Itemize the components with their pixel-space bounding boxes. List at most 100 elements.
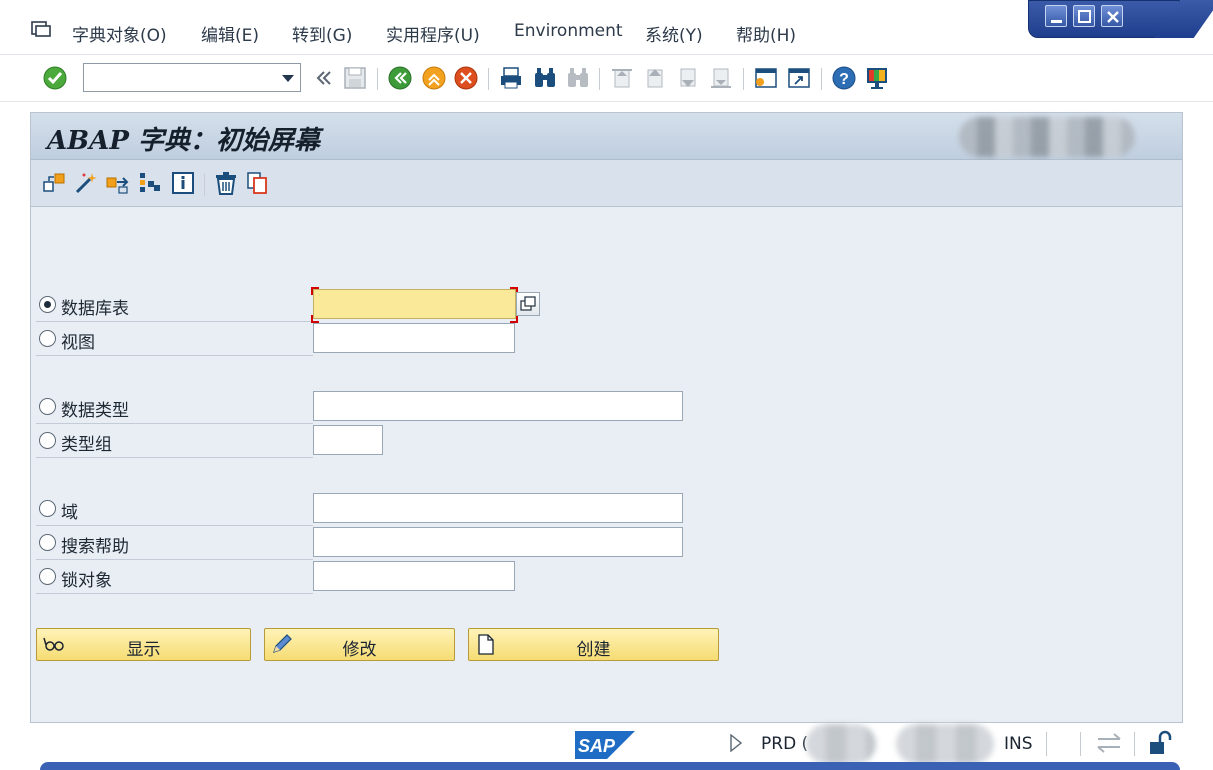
- svg-text:SAP: SAP: [578, 736, 616, 756]
- domain-input[interactable]: [313, 493, 683, 523]
- radio-lock-object[interactable]: [39, 568, 56, 585]
- bottom-frame: [40, 762, 1180, 770]
- system-toolbar: ?: [0, 56, 1213, 102]
- option-row-type-group: 类型组: [36, 424, 313, 458]
- label-view: 视图: [61, 333, 95, 353]
- copy-icon[interactable]: [245, 170, 271, 196]
- toolbar-separator: [204, 174, 205, 196]
- toolbar-separator: [821, 68, 822, 90]
- maximize-icon[interactable]: [1073, 5, 1095, 27]
- value-help-icon: [520, 296, 536, 311]
- svg-text:?: ?: [839, 71, 849, 88]
- menu-system[interactable]: 系统(Y): [645, 21, 703, 46]
- exit-icon[interactable]: [421, 65, 447, 91]
- data-type-input[interactable]: [313, 391, 683, 421]
- chevron-down-icon[interactable]: [282, 75, 294, 82]
- menu-help[interactable]: 帮助(H): [736, 21, 796, 46]
- label-lock-object: 锁对象: [61, 571, 112, 591]
- first-page-icon[interactable]: [609, 65, 635, 91]
- option-row-search-help: 搜索帮助: [36, 526, 313, 560]
- status-separator: [1134, 732, 1135, 756]
- info-icon[interactable]: [170, 170, 196, 196]
- view-input[interactable]: [313, 323, 515, 353]
- status-insert-mode: INS: [1004, 734, 1033, 754]
- wizard-icon[interactable]: [73, 170, 99, 196]
- delete-icon[interactable]: [213, 170, 239, 196]
- label-type-group: 类型组: [61, 435, 112, 455]
- change-button[interactable]: 修改: [264, 628, 455, 661]
- check-icon[interactable]: [105, 170, 131, 196]
- redacted-area: [959, 117, 1135, 157]
- print-icon[interactable]: [498, 65, 524, 91]
- toolbar-separator: [377, 68, 378, 90]
- redacted-area: [806, 724, 876, 764]
- toolbar-separator: [743, 68, 744, 90]
- radio-database-table[interactable]: [39, 296, 56, 313]
- create-button[interactable]: 创建: [468, 628, 719, 661]
- sap-logo: SAP: [575, 731, 635, 759]
- last-page-icon[interactable]: [708, 65, 734, 91]
- type-group-input[interactable]: [313, 425, 383, 455]
- menu-goto[interactable]: 转到(G): [292, 21, 352, 46]
- back-icon[interactable]: [387, 65, 413, 91]
- status-system: PRD (: [761, 734, 809, 754]
- menu-dictionary-object[interactable]: 字典对象(O): [72, 21, 167, 46]
- title-bar: ABAP 字典：初始屏幕: [31, 113, 1182, 160]
- application-toolbar: [31, 160, 1182, 207]
- menu-environment[interactable]: Environment: [514, 21, 623, 41]
- radio-search-help[interactable]: [39, 534, 56, 551]
- value-help-button[interactable]: [516, 292, 540, 316]
- menu-edit[interactable]: 编辑(E): [201, 21, 259, 46]
- command-field[interactable]: [83, 63, 301, 92]
- help-icon[interactable]: ?: [831, 65, 857, 91]
- option-row-data-type: 数据类型: [36, 390, 313, 424]
- focus-corner: [311, 287, 319, 295]
- menu-bar: 字典对象(O) 编辑(E) 转到(G) 实用程序(U) Environment …: [0, 0, 1213, 55]
- status-separator: [1046, 732, 1047, 756]
- label-database-table: 数据库表: [61, 299, 129, 319]
- cancel-icon[interactable]: [453, 65, 479, 91]
- display-button-label: 显示: [126, 640, 161, 660]
- redacted-area: [896, 724, 994, 764]
- new-session-icon[interactable]: [753, 65, 779, 91]
- status-expand-icon[interactable]: [729, 734, 743, 752]
- radio-data-type[interactable]: [39, 398, 56, 415]
- option-row-lock-object: 锁对象: [36, 560, 313, 594]
- other-object-icon[interactable]: [41, 170, 67, 196]
- display-button[interactable]: 显示: [36, 628, 251, 661]
- label-data-type: 数据类型: [61, 401, 129, 421]
- toolbar-separator: [599, 68, 600, 90]
- save-icon[interactable]: [342, 65, 368, 91]
- lock-object-input[interactable]: [313, 561, 515, 591]
- layout-icon[interactable]: [864, 65, 890, 91]
- page-title: ABAP 字典：初始屏幕: [47, 126, 320, 156]
- minimize-icon[interactable]: [1045, 5, 1067, 27]
- label-search-help: 搜索帮助: [61, 537, 129, 557]
- find-next-icon[interactable]: [565, 65, 591, 91]
- next-page-icon[interactable]: [675, 65, 701, 91]
- previous-page-icon[interactable]: [642, 65, 668, 91]
- menu-list-icon[interactable]: [30, 20, 52, 40]
- status-separator: [1080, 732, 1081, 756]
- radio-view[interactable]: [39, 330, 56, 347]
- toolbar-separator: [488, 68, 489, 90]
- database-table-input[interactable]: [313, 289, 516, 319]
- label-domain: 域: [61, 503, 78, 523]
- shortcut-icon[interactable]: [786, 65, 812, 91]
- find-icon[interactable]: [532, 65, 558, 91]
- radio-type-group[interactable]: [39, 432, 56, 449]
- search-help-input[interactable]: [313, 527, 683, 557]
- back-double-icon[interactable]: [310, 65, 336, 91]
- window-controls: [1028, 0, 1180, 38]
- close-icon[interactable]: [1101, 5, 1123, 27]
- lock-icon[interactable]: [1147, 730, 1173, 756]
- option-row-database-table: 数据库表: [36, 288, 313, 322]
- activate-icon[interactable]: [137, 170, 163, 196]
- radio-domain[interactable]: [39, 500, 56, 517]
- menu-utilities[interactable]: 实用程序(U): [386, 21, 480, 46]
- enter-icon[interactable]: [42, 65, 68, 91]
- option-row-domain: 域: [36, 492, 313, 526]
- swap-icon[interactable]: [1096, 733, 1122, 753]
- option-row-view: 视图: [36, 322, 313, 356]
- create-button-label: 创建: [576, 640, 611, 660]
